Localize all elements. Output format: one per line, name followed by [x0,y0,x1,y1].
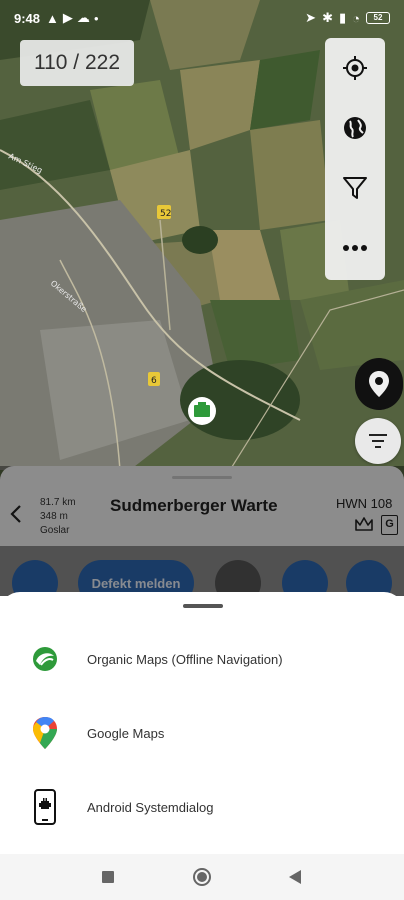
organic-maps-icon [30,644,60,674]
location-marker-icon[interactable] [185,394,219,428]
system-navigation-bar [0,854,404,900]
play-icon: ▶ [62,10,73,25]
recents-icon[interactable] [97,866,119,888]
option-label: Android Systemdialog [87,799,214,815]
android-phone-icon [30,789,60,825]
option-organic-maps[interactable]: Organic Maps (Offline Navigation) [0,629,404,689]
locate-icon[interactable] [339,52,371,84]
road-badge-52: 52 [160,209,171,219]
notification-icon: ▲ [46,10,59,26]
navigation-arrow-icon: ➤ [305,10,317,25]
map-pin-icon [369,371,389,397]
option-label: Organic Maps (Offline Navigation) [87,651,283,667]
sort-icon [369,434,387,448]
result-counter: 110 / 222 [20,40,134,86]
map-toolbar [325,38,385,280]
signal-icon: ▮ [338,10,347,25]
sort-filter-button[interactable] [355,418,401,464]
wifi-icon: ◔ [352,10,360,26]
option-android-system-dialog[interactable]: Android Systemdialog [0,777,404,837]
option-label: Google Maps [87,725,165,741]
status-time: 9:48 [14,10,41,26]
google-maps-icon [30,717,60,749]
status-bar: 9:48 ▲ ▶ ☁ ● ➤ ✱ ▮ ◔ 52 [0,0,404,36]
cloud-icon: ☁ [76,10,90,25]
sheet-drag-handle[interactable] [183,604,223,608]
battery-icon: 52 [366,12,390,24]
option-google-maps[interactable]: Google Maps [0,703,404,763]
bluetooth-icon: ✱ [322,10,333,25]
globe-icon[interactable] [339,112,371,144]
more-icon[interactable] [339,232,371,264]
home-icon[interactable] [191,866,213,888]
filter-icon[interactable] [339,172,371,204]
road-badge-6: 6 [151,376,157,386]
back-nav-icon[interactable] [284,866,306,888]
dot-icon: ● [93,13,99,23]
navigation-chooser-sheet: Organic Maps (Offline Navigation) Google… [0,592,404,854]
dim-overlay[interactable] [0,466,404,596]
marker-button[interactable] [355,358,403,410]
